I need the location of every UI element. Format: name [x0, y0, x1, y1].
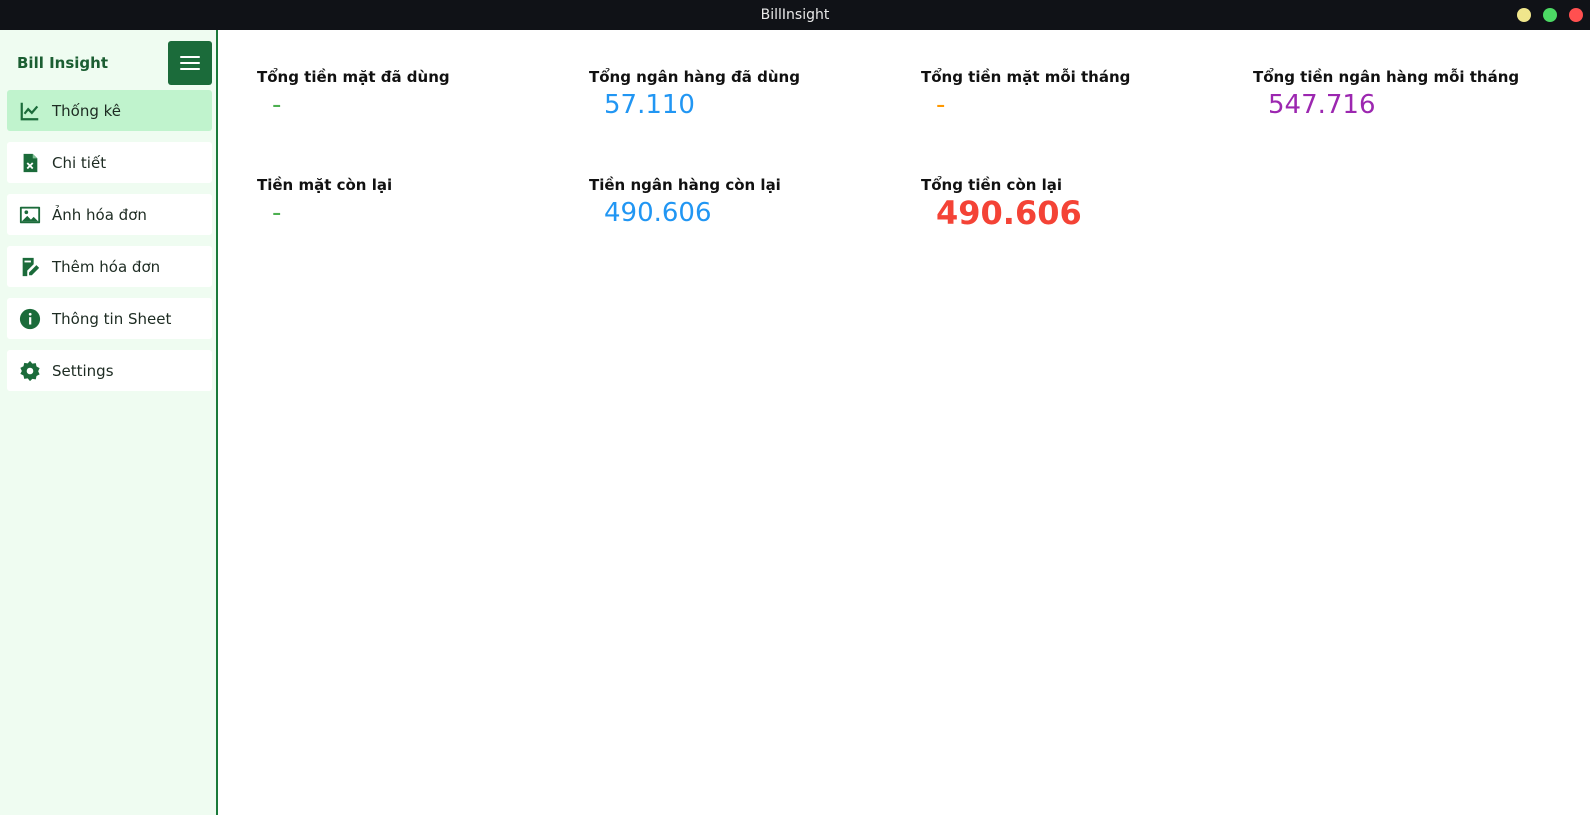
stat-cash-monthly: Tổng tiền mặt mỗi tháng - [921, 68, 1130, 120]
stat-value: 490.606 [936, 194, 1082, 232]
gear-icon [18, 359, 42, 383]
stat-label: Tiền ngân hàng còn lại [589, 176, 781, 194]
minimize-button[interactable] [1517, 8, 1531, 22]
chart-line-icon [18, 99, 42, 123]
stat-bank-remaining: Tiền ngân hàng còn lại 490.606 [589, 176, 781, 228]
sidebar-item-thong-tin-sheet[interactable]: Thông tin Sheet [7, 298, 212, 339]
stat-label: Tổng tiền mặt mỗi tháng [921, 68, 1131, 86]
image-icon [18, 203, 42, 227]
sidebar-item-label: Settings [52, 361, 114, 380]
app-brand: Bill Insight [17, 54, 108, 72]
sidebar-item-label: Ảnh hóa đơn [52, 205, 147, 224]
menu-toggle-button[interactable] [168, 41, 212, 85]
edit-document-icon [18, 255, 42, 279]
sidebar-item-label: Thêm hóa đơn [52, 257, 161, 276]
stat-value: - [272, 198, 282, 228]
stat-label: Tổng ngân hàng đã dùng [589, 68, 800, 86]
stat-value: 490.606 [604, 198, 712, 228]
stat-label: Tổng tiền ngân hàng mỗi tháng [1253, 68, 1520, 86]
sidebar-item-label: Chi tiết [52, 153, 107, 172]
stat-label: Tổng tiền còn lại [921, 176, 1063, 194]
sidebar-item-label: Thông tin Sheet [52, 309, 172, 328]
sidebar-item-thong-ke[interactable]: Thống kê [7, 90, 212, 131]
window-title: BillInsight [760, 7, 830, 23]
window-titlebar: BillInsight [0, 0, 1590, 30]
stat-value: - [272, 90, 282, 120]
sidebar-item-anh-hoa-don[interactable]: Ảnh hóa đơn [7, 194, 212, 235]
hamburger-icon [180, 52, 200, 74]
sidebar-item-them-hoa-don[interactable]: Thêm hóa đơn [7, 246, 212, 287]
spreadsheet-file-icon [18, 151, 42, 175]
stat-label: Tiền mặt còn lại [257, 176, 393, 194]
stat-total-remaining: Tổng tiền còn lại 490.606 [921, 176, 1082, 232]
sidebar: Bill Insight Thống kê Chi tiết Ảnh hóa đ… [0, 30, 218, 815]
sidebar-item-chi-tiet[interactable]: Chi tiết [7, 142, 212, 183]
stat-bank-used: Tổng ngân hàng đã dùng 57.110 [589, 68, 800, 120]
sidebar-item-settings[interactable]: Settings [7, 350, 212, 391]
stat-value: 547.716 [1268, 90, 1376, 120]
stat-label: Tổng tiền mặt đã dùng [257, 68, 450, 86]
maximize-button[interactable] [1543, 8, 1557, 22]
stat-bank-monthly: Tổng tiền ngân hàng mỗi tháng 547.716 [1253, 68, 1519, 120]
info-icon [18, 307, 42, 331]
close-button[interactable] [1569, 8, 1583, 22]
stat-cash-used: Tổng tiền mặt đã dùng - [257, 68, 450, 120]
stat-cash-remaining: Tiền mặt còn lại - [257, 176, 392, 228]
sidebar-item-label: Thống kê [52, 101, 122, 120]
stat-value: - [936, 90, 946, 120]
stat-value: 57.110 [604, 90, 695, 120]
